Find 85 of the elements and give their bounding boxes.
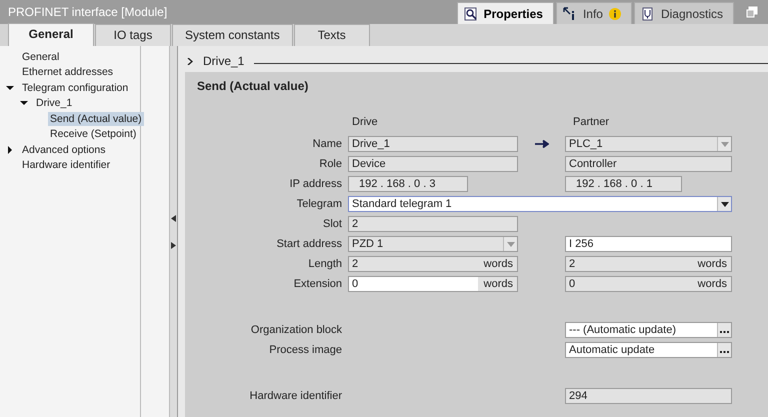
- field-label: IP address: [288, 178, 343, 190]
- tab[interactable]: System constants: [172, 24, 293, 46]
- input-field[interactable]: I 256: [565, 236, 732, 252]
- field-value: 294: [568, 390, 588, 402]
- sidebar-item[interactable]: General: [20, 50, 62, 64]
- input-field[interactable]: --- (Automatic update): [565, 322, 732, 338]
- ellipsis-icon: [720, 351, 729, 354]
- tab[interactable]: IO tags: [95, 24, 171, 46]
- window-title: PROFINET interface [Module]: [8, 5, 168, 19]
- sidebar-item[interactable]: Advanced options: [20, 142, 108, 157]
- sidebar-item[interactable]: Ethernet addresses: [20, 65, 116, 80]
- field-value: 2: [568, 258, 576, 270]
- field-value: Standard telegram 1: [351, 198, 453, 210]
- warning-dot-icon: [608, 8, 621, 20]
- input-field[interactable]: 192 . 168 . 0 . 3: [348, 176, 468, 192]
- field-value: PZD 1: [351, 238, 384, 250]
- field-value: PLC_1: [568, 138, 604, 150]
- input-field[interactable]: Device: [348, 156, 518, 172]
- field-label: Slot: [322, 218, 343, 230]
- chevron-icon: [187, 58, 193, 64]
- expand-icon[interactable]: [6, 146, 14, 154]
- unit-label: words: [478, 277, 517, 291]
- section-heading: Drive_1: [203, 54, 244, 68]
- field-label: Process image: [268, 344, 343, 356]
- browse-button[interactable]: [717, 343, 731, 357]
- field-value: Controller: [568, 158, 618, 170]
- panel-tab[interactable]: Properties: [456, 2, 554, 24]
- column-header: Drive: [351, 116, 379, 128]
- dropdown-field[interactable]: PLC_1: [565, 136, 732, 152]
- field-value: Automatic update: [568, 344, 656, 356]
- dropdown-button[interactable]: [717, 197, 731, 211]
- dropdown-field[interactable]: Standard telegram 1: [348, 196, 732, 212]
- sidebar-item[interactable]: Telegram configuration: [20, 80, 130, 95]
- tab[interactable]: General: [8, 23, 94, 46]
- input-field[interactable]: 294: [565, 388, 732, 404]
- field-label: Organization block: [250, 324, 343, 336]
- magnifier-icon: [464, 6, 478, 20]
- collapse-icon[interactable]: [6, 84, 14, 92]
- field-value: 192 . 168 . 0 . 3: [358, 178, 436, 190]
- field-value: Device: [351, 158, 387, 170]
- field-label: Start address: [276, 238, 343, 250]
- input-field[interactable]: 2 words: [565, 256, 732, 272]
- sidebar-item[interactable]: Drive_1: [34, 96, 74, 110]
- collapse-left-icon[interactable]: [171, 214, 176, 222]
- stethoscope-icon: [640, 6, 655, 20]
- input-field[interactable]: 192 . 168 . 0 . 1: [565, 176, 682, 192]
- input-field[interactable]: 0 words: [348, 276, 518, 292]
- field-value: Drive_1: [351, 138, 391, 150]
- field-label: Telegram: [296, 198, 343, 210]
- field-value: 0: [568, 278, 576, 290]
- field-value: 2: [351, 218, 360, 230]
- field-label: Name: [312, 138, 343, 150]
- panel-tab[interactable]: Info: [556, 2, 632, 24]
- input-field[interactable]: Automatic update: [565, 342, 732, 358]
- restore-icon[interactable]: [746, 6, 758, 18]
- field-value: 2: [351, 258, 360, 270]
- caret-icon: [720, 202, 728, 206]
- ellipsis-icon: [720, 331, 729, 334]
- input-field[interactable]: 0 words: [565, 276, 732, 292]
- caret-icon: [506, 242, 514, 246]
- input-field[interactable]: 2 words: [348, 256, 518, 272]
- field-value: I 256: [568, 238, 594, 250]
- field-label: Extension: [292, 278, 343, 290]
- dropdown-field[interactable]: Drive_1: [348, 136, 518, 152]
- sidebar-item[interactable]: Send (Actual value): [48, 112, 144, 126]
- field-label: Hardware identifier: [248, 390, 343, 402]
- dropdown-field[interactable]: PZD 1: [348, 236, 518, 252]
- panel-tab[interactable]: Diagnostics: [634, 2, 734, 24]
- browse-button[interactable]: [717, 323, 731, 337]
- caret-icon: [720, 142, 728, 146]
- input-field[interactable]: 2: [348, 216, 518, 232]
- collapse-icon[interactable]: [20, 99, 28, 108]
- sidebar-item[interactable]: Hardware identifier: [20, 158, 112, 172]
- info-arrow-icon: [562, 6, 577, 20]
- column-header: Partner: [572, 116, 610, 128]
- tab[interactable]: Texts: [294, 24, 370, 46]
- expand-right-icon[interactable]: [171, 242, 176, 248]
- section-title: Send (Actual value): [197, 78, 310, 95]
- field-label: Length: [307, 258, 343, 270]
- field-value: 0: [351, 278, 360, 290]
- input-field[interactable]: Controller: [565, 156, 732, 172]
- field-value: --- (Automatic update): [568, 324, 677, 336]
- field-label: Role: [318, 158, 343, 170]
- field-value: 192 . 168 . 0 . 1: [575, 178, 654, 190]
- sidebar-item[interactable]: Receive (Setpoint): [48, 127, 138, 142]
